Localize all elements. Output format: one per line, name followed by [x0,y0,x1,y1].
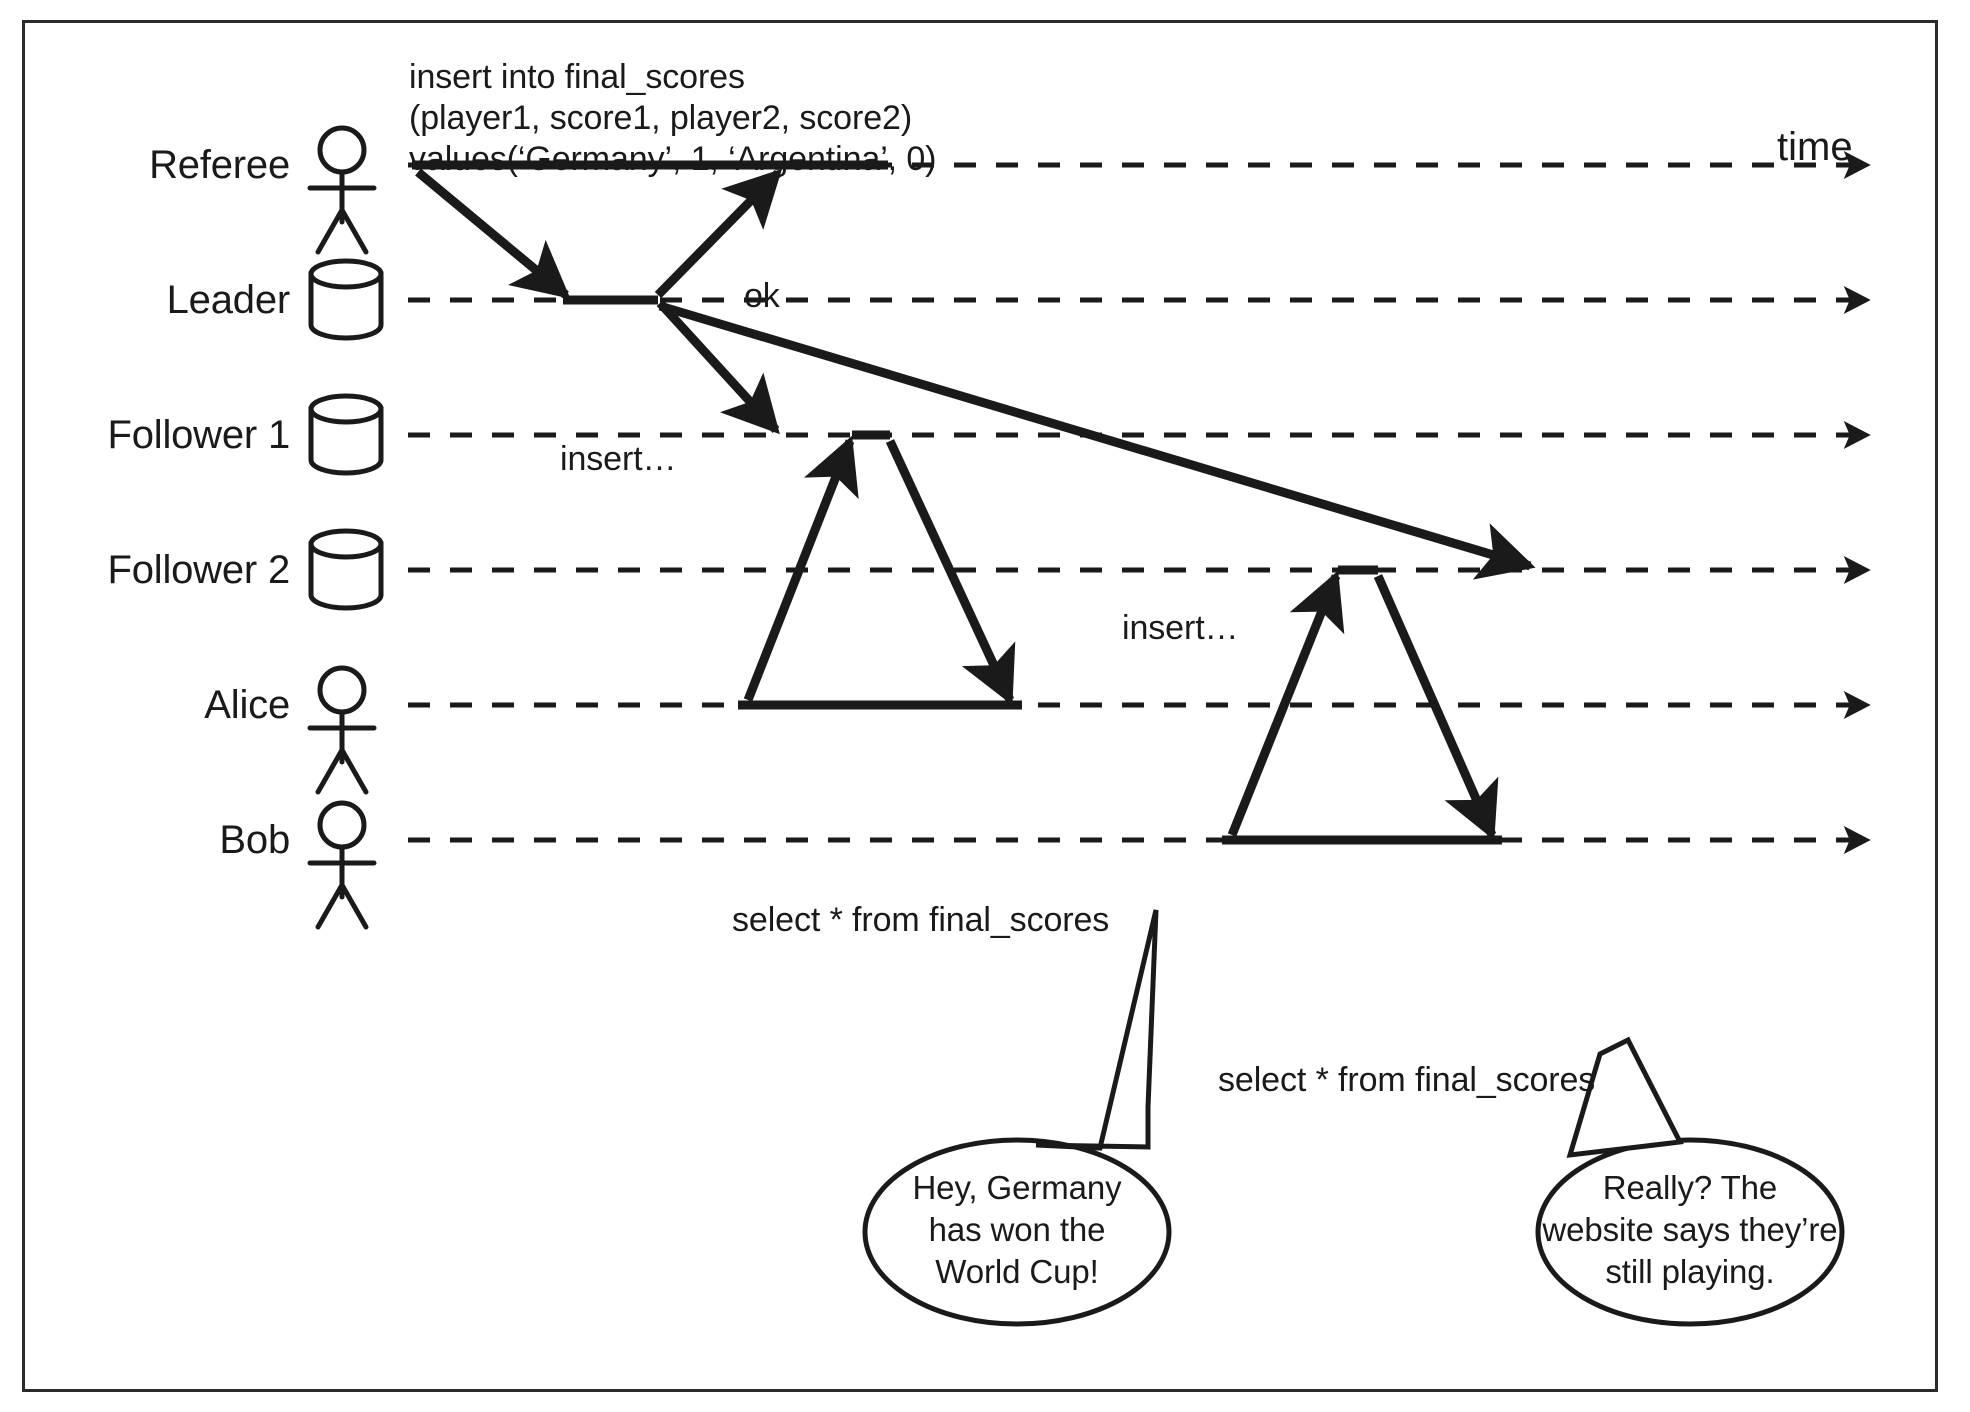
time-axis-label: time [1777,125,1853,169]
activation-bars-group [412,160,1502,845]
message-label-ok: ok [744,277,780,315]
database-cylinder-icon-follower2 [308,528,384,611]
lane-label-bob: Bob [219,818,290,862]
message-label-insert-follower2: insert… [1122,609,1239,647]
lifelines-group [408,151,1871,854]
lane-label-leader: Leader [166,278,291,322]
arrow-follower1-to-alice-response [885,439,1016,706]
query-label-bob-select: select * from final_scores [1218,1061,1596,1099]
lane-label-alice: Alice [204,683,290,727]
stick-figure-icon-referee [307,125,377,255]
sql-insert-statement: insert into final_scores (player1, score… [409,58,937,178]
message-label-insert-follower1: insert… [560,440,677,478]
stick-figure-icon-alice [307,665,377,795]
speech-bubble-text-bob: Really? The website says they’re still p… [1542,1169,1838,1290]
database-cylinder-icon-follower1 [308,393,384,476]
speech-bubble-text-alice: Hey, Germany has won the World Cup! [912,1169,1122,1290]
lane-label-referee: Referee [149,143,290,187]
diagram-page: Referee Leader Follower 1 Follower 2 Ali… [0,0,1970,1412]
stick-figure-icon-bob [307,800,377,930]
lane-label-follower2: Follower 2 [107,548,290,592]
query-label-alice-select: select * from final_scores [732,901,1110,939]
lane-label-follower1: Follower 1 [107,413,290,457]
arrow-referee-to-leader-insert [415,168,571,299]
database-cylinder-icon-leader [308,258,384,341]
arrow-bob-to-follower2-select [1227,570,1345,837]
